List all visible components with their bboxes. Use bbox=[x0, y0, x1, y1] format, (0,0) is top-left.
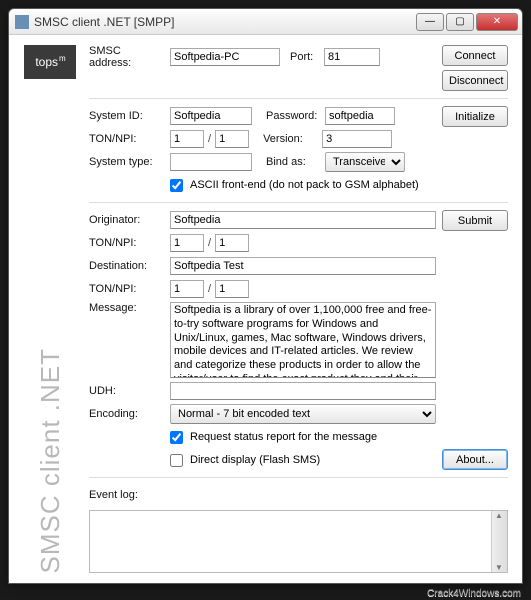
disconnect-button[interactable]: Disconnect bbox=[442, 70, 508, 91]
port-input[interactable] bbox=[324, 48, 380, 66]
app-window: SMSC client .NET [SMPP] — ▢ ✕ topsm SMSC… bbox=[8, 8, 523, 584]
direct-display-label: Direct display (Flash SMS) bbox=[190, 454, 320, 466]
watermark: Crack4Windows.com bbox=[427, 588, 521, 599]
message-textarea[interactable] bbox=[170, 302, 436, 378]
originator-input[interactable] bbox=[170, 211, 436, 229]
npi-input[interactable] bbox=[215, 130, 249, 148]
encoding-select[interactable]: Normal - 7 bit encoded text bbox=[170, 404, 436, 424]
submit-button[interactable]: Submit bbox=[442, 210, 508, 231]
maximize-button[interactable]: ▢ bbox=[446, 13, 474, 31]
separator bbox=[89, 202, 508, 203]
direct-display-row[interactable]: Direct display (Flash SMS) bbox=[166, 451, 320, 470]
slash: / bbox=[208, 133, 211, 145]
brand-logo: topsm bbox=[24, 45, 76, 79]
titlebar[interactable]: SMSC client .NET [SMPP] — ▢ ✕ bbox=[9, 9, 522, 35]
version-input[interactable] bbox=[322, 130, 392, 148]
orig-tonnpi-label: TON/NPI: bbox=[89, 237, 166, 249]
event-log[interactable] bbox=[89, 510, 508, 573]
status-report-checkbox[interactable] bbox=[170, 431, 183, 444]
destination-input[interactable] bbox=[170, 257, 436, 275]
dest-npi-input[interactable] bbox=[215, 280, 249, 298]
tonnpi-label: TON/NPI: bbox=[89, 133, 166, 145]
password-input[interactable] bbox=[325, 107, 395, 125]
system-type-input[interactable] bbox=[170, 153, 252, 171]
orig-ton-input[interactable] bbox=[170, 234, 204, 252]
system-id-input[interactable] bbox=[170, 107, 252, 125]
password-label: Password: bbox=[266, 110, 321, 122]
port-label: Port: bbox=[290, 51, 320, 63]
minimize-button[interactable]: — bbox=[416, 13, 444, 31]
close-button[interactable]: ✕ bbox=[476, 13, 518, 31]
dest-tonnpi-label: TON/NPI: bbox=[89, 283, 166, 295]
direct-display-checkbox[interactable] bbox=[170, 454, 183, 467]
smsc-address-label: SMSC address: bbox=[89, 45, 166, 69]
separator bbox=[89, 98, 508, 99]
message-label: Message: bbox=[89, 302, 166, 314]
orig-npi-input[interactable] bbox=[215, 234, 249, 252]
system-type-label: System type: bbox=[89, 156, 166, 168]
version-label: Version: bbox=[263, 133, 318, 145]
udh-label: UDH: bbox=[89, 385, 166, 397]
smsc-address-input[interactable] bbox=[170, 48, 280, 66]
event-log-label: Event log: bbox=[89, 489, 149, 501]
window-title: SMSC client .NET [SMPP] bbox=[34, 15, 414, 29]
separator bbox=[89, 477, 508, 478]
ascii-label: ASCII front-end (do not pack to GSM alph… bbox=[190, 179, 419, 191]
status-report-row[interactable]: Request status report for the message bbox=[166, 428, 377, 447]
vertical-brand-text: SMSC client .NET bbox=[35, 348, 66, 574]
udh-input[interactable] bbox=[170, 382, 436, 400]
status-report-label: Request status report for the message bbox=[190, 431, 377, 443]
connect-button[interactable]: Connect bbox=[442, 45, 508, 66]
scrollbar[interactable] bbox=[491, 511, 507, 572]
ascii-checkbox-row[interactable]: ASCII front-end (do not pack to GSM alph… bbox=[166, 176, 419, 195]
initialize-button[interactable]: Initialize bbox=[442, 106, 508, 127]
ascii-checkbox[interactable] bbox=[170, 179, 183, 192]
encoding-label: Encoding: bbox=[89, 408, 166, 420]
app-icon bbox=[15, 15, 29, 29]
bind-as-label: Bind as: bbox=[266, 156, 321, 168]
originator-label: Originator: bbox=[89, 214, 166, 226]
dest-ton-input[interactable] bbox=[170, 280, 204, 298]
destination-label: Destination: bbox=[89, 260, 166, 272]
ton-input[interactable] bbox=[170, 130, 204, 148]
bind-as-select[interactable]: Transceiver bbox=[325, 152, 405, 172]
about-button[interactable]: About... bbox=[442, 449, 508, 470]
system-id-label: System ID: bbox=[89, 110, 166, 122]
